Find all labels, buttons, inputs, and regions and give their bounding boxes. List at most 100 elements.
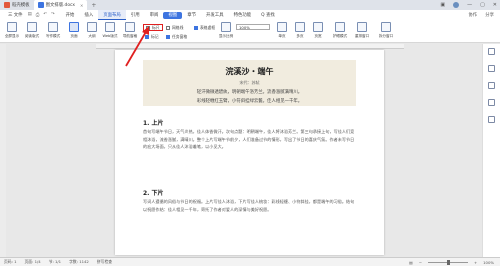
eye-care-button[interactable]: 护眼模式 [330, 22, 350, 39]
zoom-out-icon[interactable]: − [419, 260, 422, 265]
button-label: 显示比例 [218, 34, 234, 38]
arrange-windows-button[interactable]: 重排窗口 [352, 22, 372, 39]
checkbox-box [166, 35, 170, 39]
page-count: 页面: 1/4 [24, 259, 41, 264]
page-number: 页码: 1 [4, 259, 17, 264]
status-bar: 页码: 1 页面: 1/4 节: 1/1 字数: 1142 拼写检查 ▤ − +… [0, 257, 500, 266]
docer-icon [4, 2, 10, 8]
web-icon [105, 22, 115, 32]
outline-icon [87, 22, 97, 32]
word-count[interactable]: 字数: 1142 [69, 259, 89, 265]
style-icon[interactable] [488, 48, 495, 55]
reading-layout-button[interactable]: 阅读版式 [22, 22, 42, 39]
new-tab-icon[interactable]: + [91, 2, 96, 9]
select-icon[interactable] [488, 65, 495, 72]
menu-bar: 三 文件 ▤ ⎙ ↶ ↷ 开始 插入 页面布局 引用 审阅 视图 章节 开发工具… [0, 10, 500, 20]
writing-mode-button[interactable]: 写作模式 [43, 22, 63, 39]
menu-references[interactable]: 引用 [126, 10, 145, 20]
tab-label: 图文排版.docx [45, 3, 76, 8]
quick-access-toolbar: ▤ ⎙ ↶ ↷ [28, 12, 61, 18]
annotation-arrow [125, 26, 149, 67]
tab-label: 稻壳模板 [12, 3, 30, 8]
word-doc-icon [37, 2, 44, 8]
save-icon[interactable]: ▤ [28, 12, 32, 18]
minimize-icon[interactable]: — [467, 2, 472, 8]
button-label: 写作模式 [45, 34, 61, 38]
button-label: 页宽 [314, 34, 322, 38]
button-label: 大纲 [88, 34, 96, 38]
close-tab-icon[interactable]: ✕ [80, 3, 83, 8]
tab-docer-templates[interactable]: 稻壳模板 [0, 0, 34, 10]
page-view-button[interactable]: 页面 [64, 22, 84, 39]
checkbox-label: 表格虚框 [200, 25, 216, 30]
undo-icon[interactable]: ↶ [43, 12, 47, 18]
checkbox-box [194, 26, 198, 30]
properties-icon[interactable] [488, 99, 495, 106]
maximize-icon[interactable]: ▢ [480, 2, 485, 8]
close-icon[interactable]: ✕ [493, 2, 497, 8]
view-ribbon: 全屏显示 阅读版式 写作模式 页面 大纲 Web版式 导航窗格 标尺 网格线 表… [0, 20, 500, 43]
split-window-button[interactable]: 拆分窗口 [376, 22, 396, 39]
menu-start[interactable]: 开始 [61, 10, 80, 20]
tab-document[interactable]: 图文排版.docx ✕ [33, 0, 88, 10]
fullscreen-button[interactable]: 全屏显示 [2, 22, 22, 39]
multi-page-button[interactable]: 多页 [290, 22, 310, 39]
zoom-slider[interactable] [427, 259, 468, 265]
poem-box: 浣溪沙・端午 宋代：苏轼 轻汗微微透碧纨，明朝端午浴芳兰。流香涨腻满晴川。 彩线… [143, 60, 356, 106]
menu-insert[interactable]: 插入 [79, 10, 98, 20]
paragraph: 首句写端午节日，天气炎热，佳人体香微汗。次句点题：明朝端午，佳人将沐浴芳兰。第三… [143, 129, 355, 150]
avatar[interactable] [453, 2, 460, 8]
web-layout-button[interactable]: Web版式 [100, 22, 120, 39]
button-label: 阅读版式 [24, 34, 40, 38]
button-label: 全屏显示 [4, 34, 20, 38]
outline-view-button[interactable]: 大纲 [82, 22, 102, 39]
checkbox-label: 任务窗格 [172, 34, 188, 39]
page-width-button[interactable]: 页宽 [308, 22, 328, 39]
view-mode-icon[interactable]: ▤ [409, 260, 413, 265]
settings-icon[interactable] [488, 116, 495, 123]
window-controls: ▣ — ▢ ✕ [440, 0, 497, 10]
button-label: 拆分窗口 [378, 34, 394, 38]
layout-icon[interactable]: ▣ [440, 2, 445, 8]
table-gridlines-checkbox[interactable]: 表格虚框 [194, 25, 215, 31]
gridlines-checkbox[interactable]: 网格线 [166, 25, 183, 31]
section-count: 节: 1/1 [48, 259, 62, 264]
shape-icon[interactable] [488, 82, 495, 89]
status-zoom-value: 100% [483, 259, 494, 265]
menu-file[interactable]: 三 文件 [3, 10, 28, 20]
button-label: 单页 [278, 34, 286, 38]
menu-review[interactable]: 审阅 [145, 10, 164, 20]
single-page-button[interactable]: 单页 [272, 22, 292, 39]
zoom-icon [221, 22, 231, 32]
zoom-value-field[interactable]: 100% [236, 24, 270, 30]
button-label: Web版式 [102, 34, 118, 38]
search-button[interactable]: Q 查找 [256, 10, 280, 20]
left-margin-strip [0, 44, 6, 257]
split-icon [381, 22, 391, 32]
document-page[interactable]: 浣溪沙・端午 宋代：苏轼 轻汗微微透碧纨，明朝端午浴芳兰。流香涨腻满晴川。 彩线… [115, 50, 384, 255]
arrange-icon [357, 22, 367, 32]
checkbox-label: 网格线 [172, 25, 184, 30]
menu-special[interactable]: 特色功能 [229, 10, 257, 20]
collaborate-button[interactable]: 协作 [468, 12, 477, 18]
zoom-slider-handle[interactable] [446, 259, 450, 265]
zoom-in-icon[interactable]: + [474, 260, 477, 265]
page-icon [69, 22, 79, 32]
menu-right: 协作 分享 [468, 12, 500, 18]
poem-line: 彩线轻缠红玉臂，小符斜挂绿云鬟。佳人相见一千年。 [196, 99, 303, 104]
redo-icon[interactable]: ↷ [51, 12, 55, 18]
menu-sections[interactable]: 章节 [182, 10, 201, 20]
fullscreen-icon [7, 22, 17, 32]
menu-developer[interactable]: 开发工具 [201, 10, 229, 20]
spell-check[interactable]: 拼写检查 [97, 259, 112, 265]
print-icon[interactable]: ⎙ [36, 12, 40, 18]
task-pane-checkbox[interactable]: 任务窗格 [166, 34, 187, 40]
menu-view[interactable]: 视图 [163, 11, 183, 19]
status-right: ▤ − + 100% [409, 259, 500, 265]
menu-page-layout[interactable]: 页面布局 [98, 10, 126, 20]
share-button[interactable]: 分享 [485, 12, 494, 18]
paragraph: 写词人遵循的风俗与节日的祝福。上片写佳人沐浴，下片写佳人梳妆：彩线轻缠、小符斜挂… [143, 199, 355, 212]
section-heading: 1. 上片 [143, 120, 164, 127]
zoom-button[interactable]: 显示比例 [216, 22, 236, 39]
right-task-pane [482, 44, 500, 257]
